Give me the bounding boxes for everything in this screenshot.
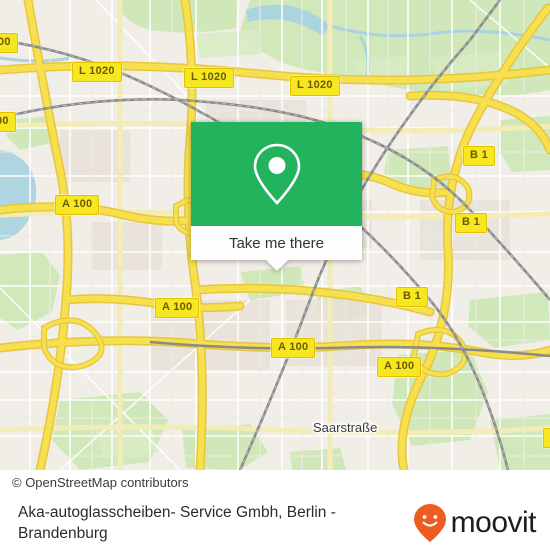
road-shield: A 100 — [377, 357, 422, 377]
road-shield: A 100 — [155, 298, 200, 318]
take-me-there-button[interactable]: Take me there — [191, 226, 362, 260]
moovit-logo[interactable]: moovit — [413, 503, 537, 543]
road-shield: 1 — [543, 428, 550, 448]
road-shield: L 1020 — [72, 62, 122, 82]
place-title: Aka-autoglasscheiben- Service Gmbh, Berl… — [18, 503, 336, 542]
road-shield: A 100 — [55, 195, 100, 215]
road-shield: A 100 — [271, 338, 316, 358]
attribution-text: © OpenStreetMap contributors — [12, 475, 189, 490]
road-shield: L 1020 — [184, 68, 234, 88]
road-shield: B 1 — [455, 213, 488, 233]
map-attribution[interactable]: © OpenStreetMap contributors — [0, 470, 550, 495]
footer-bar: Aka-autoglasscheiben- Service Gmbh, Berl… — [0, 495, 550, 550]
road-shield: B 1 — [463, 146, 496, 166]
place-label: Saarstraße — [313, 420, 378, 435]
road-shield: L 1020 — [290, 76, 340, 96]
map-screenshot: L 1020 L 1020 L 1020 A 100 B 1 B 1 A 100 B 1 A 1… — [0, 0, 550, 550]
map-pin-icon — [253, 143, 300, 205]
road-shield: 00 — [0, 33, 18, 53]
popup-header — [191, 122, 362, 226]
road-shield: 00 — [0, 112, 16, 132]
popup-tail — [265, 260, 288, 271]
moovit-wordmark: moovit — [450, 505, 537, 539]
road-shield: B 1 — [396, 287, 429, 307]
moovit-pin-smiley-icon — [413, 503, 446, 542]
take-me-there-label: Take me there — [228, 234, 325, 252]
location-popup[interactable]: Take me there — [191, 122, 362, 271]
